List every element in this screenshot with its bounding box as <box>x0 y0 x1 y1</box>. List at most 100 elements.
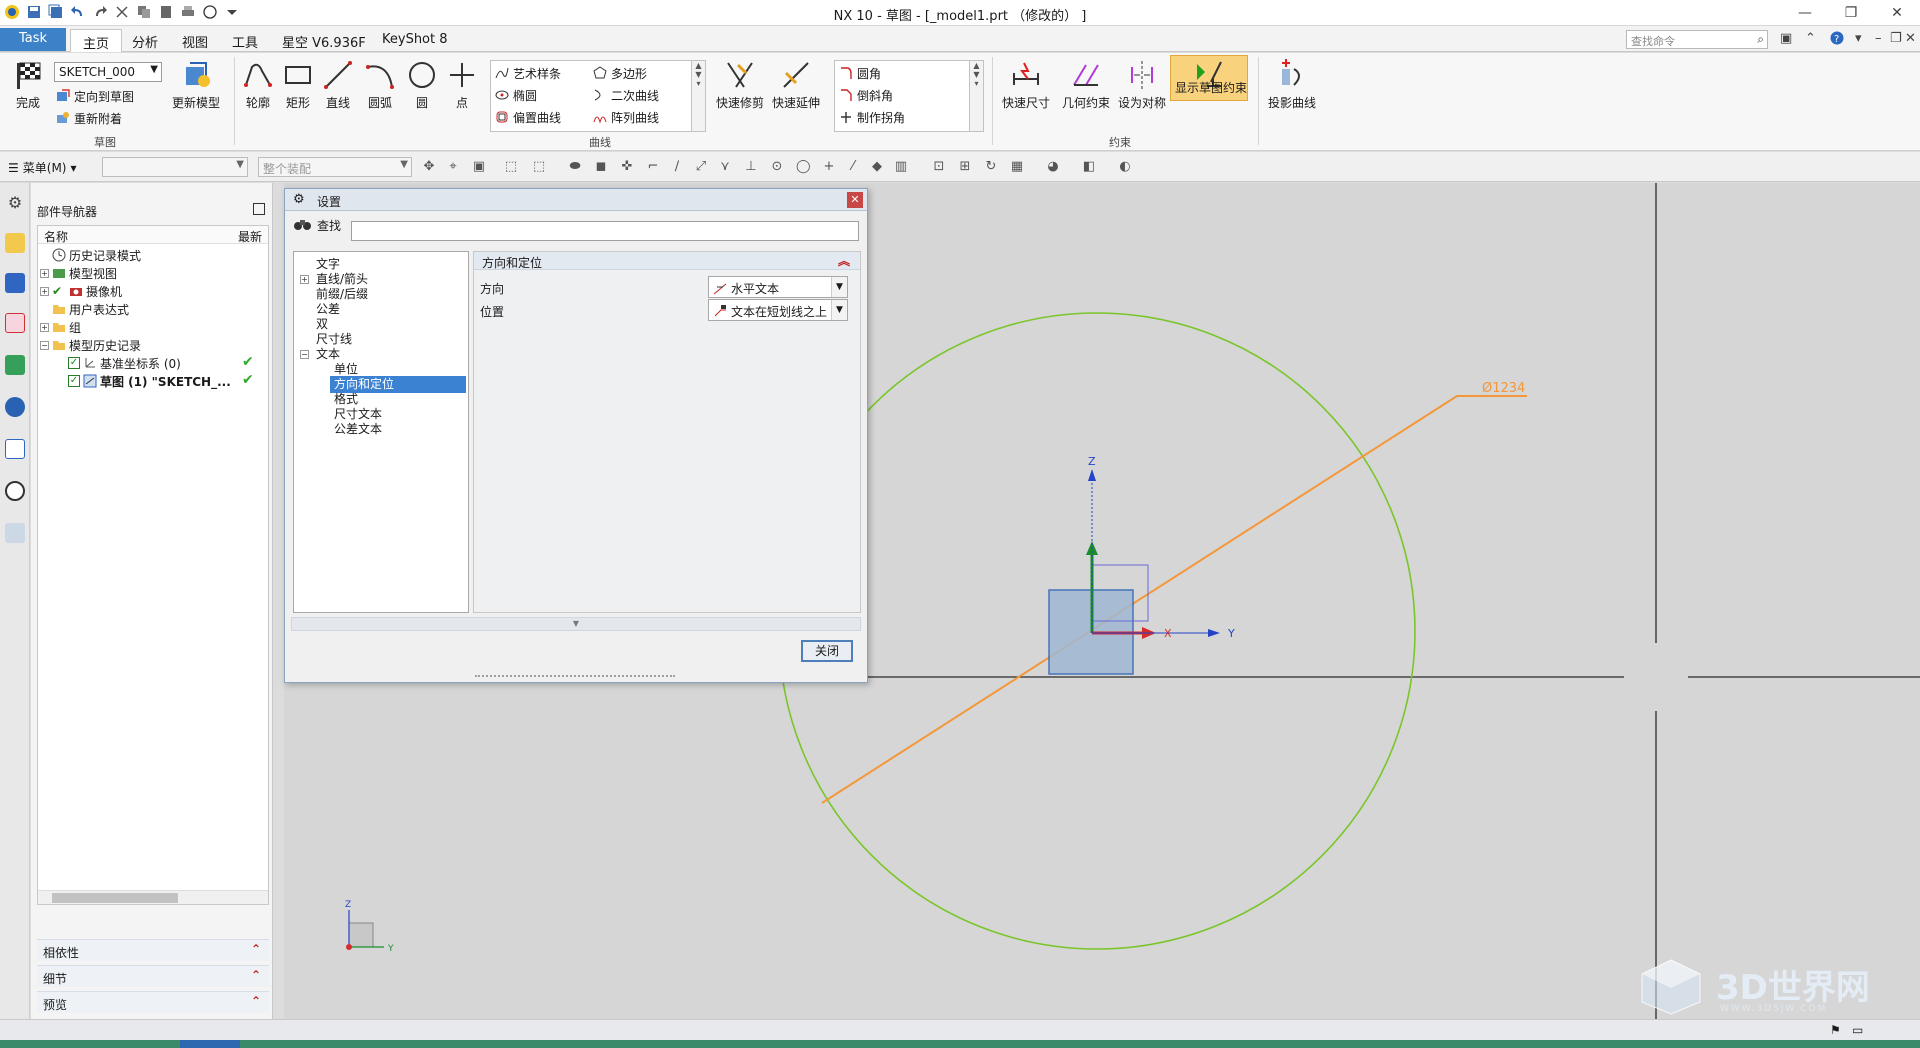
pattern-curve-button[interactable]: 阵列曲线 <box>593 108 659 126</box>
restore-icon[interactable]: ❐ <box>1828 0 1874 26</box>
arc-button[interactable]: 圆弧 <box>362 59 398 111</box>
tab-analysis[interactable]: 分析 <box>120 29 170 52</box>
geometric-constraints-button[interactable]: 几何约束 <box>1058 59 1114 111</box>
zoom-window-icon[interactable]: ⊞ <box>958 160 972 174</box>
gallery-scroll[interactable]: ▲ ▼ ▾ <box>969 61 983 131</box>
render-style-icon[interactable]: ◕ <box>1046 160 1060 174</box>
help-icon[interactable]: ? <box>1830 31 1844 49</box>
scroll-thumb[interactable] <box>52 893 178 903</box>
expand-dialog-button[interactable]: ▼ <box>291 617 861 631</box>
sketch-name-dropdown[interactable]: SKETCH_000 ▼ <box>54 62 162 82</box>
rapid-dimension-button[interactable]: 快速尺寸 <box>998 59 1054 111</box>
expand-icon[interactable]: + <box>40 286 49 296</box>
update-model-button[interactable]: 更新模型 <box>166 59 226 111</box>
intersection-icon[interactable]: ⋎ <box>718 160 732 174</box>
tree-node-history-mode[interactable]: 历史记录模式 <box>52 246 141 264</box>
make-symmetric-button[interactable]: 设为对称 <box>1116 59 1168 111</box>
command-search-input[interactable]: 查找命令 ⌕ <box>1626 30 1768 49</box>
tree-node-user-expressions[interactable]: 用户表达式 <box>52 300 129 318</box>
panel-header[interactable]: 方向和定位 ︽ <box>474 252 860 270</box>
direction-dropdown[interactable]: 水平文本 ▼ <box>708 276 848 298</box>
solid-body-icon[interactable]: ⬬ <box>568 160 582 174</box>
tab-keyshot[interactable]: KeyShot 8 <box>370 29 460 52</box>
rotate-icon[interactable]: ↻ <box>984 160 998 174</box>
doc-close-icon[interactable]: ✕ <box>1905 31 1916 46</box>
column-name-header[interactable]: 名称 <box>44 228 68 245</box>
tree-node-sketch[interactable]: ✓ 草图 (1) "SKETCH_... <box>68 372 231 390</box>
project-curve-button[interactable]: 投影曲线 <box>1262 59 1322 111</box>
expand-icon[interactable]: + <box>300 275 309 284</box>
select-box-icon[interactable]: ▣ <box>472 160 486 174</box>
web-browser-icon[interactable] <box>5 439 25 459</box>
menu-button[interactable]: ☰ 菜单(M) ▾ <box>8 159 77 176</box>
gallery-scroll[interactable]: ▲ ▼ ▾ <box>691 61 705 131</box>
point-button[interactable]: 点 <box>444 59 480 111</box>
visibility-checkbox[interactable]: ✓ <box>68 375 80 387</box>
tab-home[interactable]: 主页 <box>70 29 123 52</box>
arc-center-icon[interactable]: ⊥ <box>744 160 758 174</box>
profile-button[interactable]: 轮廓 <box>240 59 276 111</box>
reuse-library-icon[interactable] <box>5 355 25 375</box>
find-input[interactable] <box>351 221 859 241</box>
edit-section-icon[interactable]: ◐ <box>1118 160 1132 174</box>
make-corner-button[interactable]: 制作拐角 <box>839 108 905 126</box>
assembly-navigator-icon[interactable] <box>5 233 25 253</box>
part-navigator-icon[interactable] <box>5 313 25 333</box>
ellipse-button[interactable]: 椭圆 <box>495 86 537 104</box>
preview-panel[interactable]: 预览 ⌃ <box>37 991 269 1013</box>
tab-xingkong[interactable]: 星空 V6.936F <box>270 29 378 52</box>
endpoint-icon[interactable]: ⌐ <box>646 160 660 174</box>
offset-curve-button[interactable]: 偏置曲线 <box>495 108 561 126</box>
tree-node-groups[interactable]: + 组 <box>40 318 81 336</box>
resize-grip[interactable] <box>475 675 675 679</box>
quick-trim-button[interactable]: 快速修剪 <box>714 59 766 111</box>
background-icon[interactable]: ◧ <box>1082 160 1096 174</box>
studio-spline-button[interactable]: 艺术样条 <box>495 64 561 82</box>
rectangle-select-icon[interactable]: ⬚ <box>532 160 546 174</box>
polygon-button[interactable]: 多边形 <box>593 64 647 82</box>
point-on-face-icon[interactable]: ⁄ <box>846 160 860 174</box>
maximize-icon[interactable] <box>253 203 265 215</box>
finish-sketch-button[interactable]: 完成 <box>8 59 48 111</box>
collapse-ribbon-icon[interactable]: ⌃ <box>1805 31 1816 46</box>
rectangle-button[interactable]: 矩形 <box>280 59 316 111</box>
close-icon[interactable]: ✕ <box>847 192 863 208</box>
cube-icon[interactable]: ◼ <box>594 160 608 174</box>
tree-node-cameras[interactable]: + ✔ 摄像机 <box>40 282 122 300</box>
tab-view[interactable]: 视图 <box>170 29 220 52</box>
type-filter-combo[interactable]: ▼ <box>102 157 248 177</box>
visibility-checkbox[interactable]: ✓ <box>68 357 80 369</box>
fillet-button[interactable]: 圆角 <box>839 64 881 82</box>
taskbar-active-app[interactable] <box>180 1040 240 1048</box>
dependencies-panel[interactable]: 相依性 ⌃ <box>37 939 269 961</box>
tree-node-model-views[interactable]: + 模型视图 <box>40 264 117 282</box>
window-layout-icon[interactable]: ▣ <box>1780 31 1792 46</box>
constraint-navigator-icon[interactable] <box>5 273 25 293</box>
tab-tools[interactable]: 工具 <box>220 29 270 52</box>
midpoint-icon[interactable]: ∕ <box>670 160 684 174</box>
existing-point-icon[interactable]: + <box>822 160 836 174</box>
quick-extend-button[interactable]: 快速延伸 <box>770 59 822 111</box>
hd3d-tools-icon[interactable] <box>5 397 25 417</box>
select-feature-icon[interactable]: ✥ <box>422 160 436 174</box>
horizontal-scrollbar[interactable] <box>38 890 268 904</box>
details-panel[interactable]: 细节 ⌃ <box>37 965 269 987</box>
tree-item-tolerance-text[interactable]: 公差文本 <box>334 421 382 438</box>
snap-point-icon[interactable]: ⌖ <box>446 160 460 174</box>
point-on-curve-icon[interactable]: ✜ <box>620 160 634 174</box>
circle-center-icon[interactable]: ⊙ <box>770 160 784 174</box>
quadrant-icon[interactable]: ◯ <box>796 160 811 174</box>
position-dropdown[interactable]: 文本在短划线之上 ▼ <box>708 299 848 321</box>
orient-view-icon[interactable]: ▦ <box>1010 160 1024 174</box>
close-icon[interactable]: ✕ <box>1874 0 1920 26</box>
control-point-icon[interactable]: ⤢ <box>694 160 708 174</box>
orient-to-sketch-button[interactable]: 定向到草图 <box>56 87 134 105</box>
gear-icon[interactable]: ⚙ <box>5 193 25 213</box>
bounded-grid-icon[interactable]: ◆ <box>870 160 884 174</box>
fit-view-icon[interactable]: ⊡ <box>932 160 946 174</box>
expand-icon[interactable]: + <box>40 322 49 332</box>
minimize-icon[interactable]: — <box>1782 0 1828 26</box>
doc-minimize-icon[interactable]: – <box>1875 31 1882 46</box>
ribbon-options-icon[interactable]: ▾ <box>1855 31 1862 46</box>
dialog-title-bar[interactable]: ⚙ 设置 ✕ <box>285 189 867 211</box>
